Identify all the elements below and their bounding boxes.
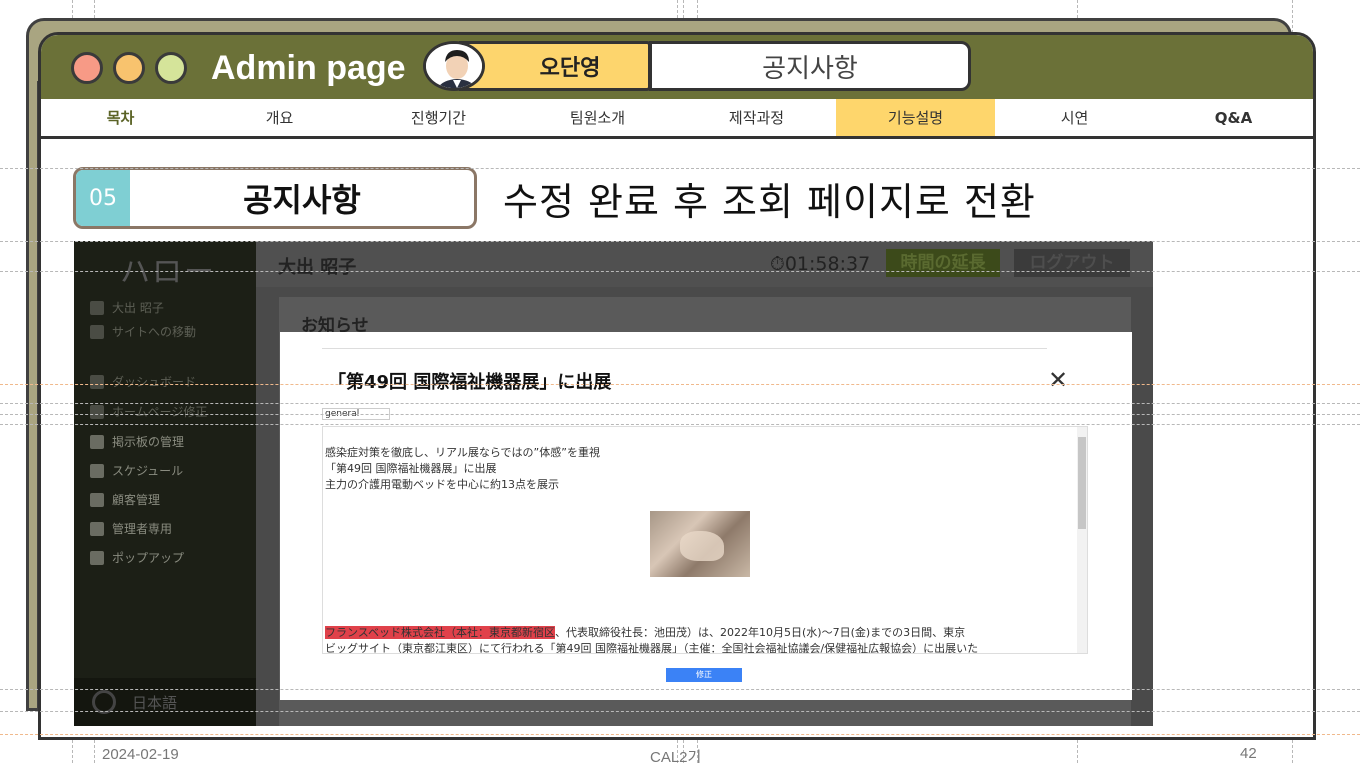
paragraph-text: ビッグサイト（東京都江東区）にて行われる「第49回 国際福祉機器展」（主催：全国…: [325, 642, 979, 654]
sidebar-item-popup[interactable]: ポップアップ: [90, 549, 184, 566]
logo: ハロー: [120, 255, 216, 290]
sidebar-item-label: スケジュール: [112, 464, 184, 478]
editor-scrollbar[interactable]: [1077, 427, 1087, 653]
nav-item-overview[interactable]: 개요: [200, 99, 359, 136]
sidebar-item-customers[interactable]: 顧客管理: [90, 491, 160, 508]
external-link-icon: [90, 324, 104, 339]
guide-line: [0, 384, 1360, 385]
edit-notice-modal: 「第49回 国際福祉機器展」に出展 ✕ general 感染症対策を徹底し、リア…: [280, 332, 1132, 700]
users-icon: [90, 492, 104, 507]
section-heading: 05 공지사항: [73, 167, 477, 229]
sidebar-item-homepage[interactable]: ホームページ修正: [90, 403, 207, 420]
app-title: Admin page: [211, 49, 406, 87]
minimize-dot-icon[interactable]: [113, 52, 145, 84]
editor-paragraph: フランスベッド株式会社（本社：東京都新宿区、代表取締役社長：池田茂）は、2022…: [325, 625, 1075, 654]
guide-line: [0, 403, 1360, 404]
admin-icon: [90, 521, 104, 536]
sidebar-item-label: ダッシュボード: [112, 375, 197, 389]
guide-line: [0, 271, 1360, 272]
nav-item-features[interactable]: 기능설명: [836, 99, 995, 136]
page-number: 42: [1240, 745, 1257, 762]
footer-center: CAL2기: [650, 749, 702, 763]
dashboard-icon: [90, 374, 104, 389]
sidebar-site-link[interactable]: サイトへの移動: [90, 323, 196, 340]
close-icon[interactable]: ✕: [1048, 366, 1068, 394]
sidebar-profile[interactable]: 大出 昭子: [90, 299, 164, 316]
editor-lines: 感染症対策を徹底し、リアル展ならではの”体感”を重視 「第49回 国際福祉機器展…: [325, 445, 600, 493]
footer-date: 2024-02-19: [102, 746, 179, 763]
close-dot-icon[interactable]: [71, 52, 103, 84]
guide-line: [0, 689, 1360, 690]
editor-line: 「第49回 国際福祉機器展」に出展: [325, 462, 497, 475]
sidebar-item-label: 顧客管理: [112, 493, 161, 507]
hands-image-detail: [680, 531, 724, 561]
nav-item-demo[interactable]: 시연: [995, 99, 1154, 136]
scrollbar-thumb[interactable]: [1078, 437, 1086, 529]
sidebar: ハロー 大出 昭子 サイトへの移動 ダッシュボード ホームページ修正 掲示板の管…: [74, 241, 256, 726]
guide-line: [0, 711, 1360, 712]
nav-item-qa[interactable]: Q&A: [1154, 99, 1313, 136]
divider: [322, 348, 1047, 349]
user-name: 大出 昭子: [278, 257, 357, 278]
title-bar: Admin page 오단영 공지사항: [41, 35, 1313, 99]
sidebar-item-admin[interactable]: 管理者専用: [90, 520, 172, 537]
editor-line: 感染症対策を徹底し、リアル展ならではの”体感”を重視: [325, 446, 600, 459]
user-icon: [90, 300, 104, 315]
sidebar-item-label: ポップアップ: [112, 551, 185, 565]
extend-time-button[interactable]: 時間の延長: [886, 249, 1000, 277]
content-editor[interactable]: 感染症対策を徹底し、リアル展ならではの”体感”を重視 「第49回 国際福祉機器展…: [322, 426, 1088, 654]
logout-button[interactable]: ログアウト: [1014, 249, 1130, 277]
modal-title: 「第49回 国際福祉機器展」に出展: [328, 372, 612, 393]
language-selector[interactable]: 日本語: [74, 678, 256, 726]
sidebar-item-schedule[interactable]: スケジュール: [90, 462, 183, 479]
nav-item-toc[interactable]: 목차: [41, 99, 200, 136]
author-name: 오단영: [539, 56, 601, 81]
sidebar-item-label: ホームページ修正: [112, 405, 208, 419]
paragraph-text: 、代表取締役社長：池田茂）は、2022年10月5日(水)～7日(金)までの3日間…: [555, 626, 966, 639]
author-badge: 오단영: [459, 41, 651, 91]
top-bar: 大出 昭子 ⏱01:58:37 時間の延長 ログアウト: [256, 241, 1153, 287]
editor-line: 主力の介護用電動ベッドを中心に約13点を展示: [325, 478, 559, 491]
popup-icon: [90, 550, 104, 565]
article-image: [650, 511, 750, 577]
nav-bar: 목차 개요 진행기간 팀원소개 제작과정 기능설명 시연 Q&A: [41, 99, 1313, 139]
sidebar-item-board[interactable]: 掲示板の管理: [90, 433, 184, 450]
board-icon: [90, 434, 104, 449]
window-frame: Admin page 오단영 공지사항 목차 개요 진행기간 팀원소개 제작과정…: [38, 32, 1316, 740]
maximize-dot-icon[interactable]: [155, 52, 187, 84]
guide-line: [0, 424, 1360, 425]
nav-item-team[interactable]: 팀원소개: [518, 99, 677, 136]
nav-item-process[interactable]: 제작과정: [677, 99, 836, 136]
slide: Admin page 오단영 공지사항 목차 개요 진행기간 팀원소개 제작과정…: [0, 0, 1360, 763]
avatar: [423, 41, 485, 91]
guide-line: [0, 168, 1360, 169]
section-title: 공지사항: [762, 53, 858, 84]
guide-line: [0, 414, 1360, 415]
home-icon: [90, 404, 104, 419]
guide-line: [0, 241, 1360, 242]
section-title-box: 공지사항: [649, 41, 971, 91]
list-icon: [90, 463, 104, 478]
sidebar-item-dashboard[interactable]: ダッシュボード: [90, 373, 196, 390]
sidebar-profile-label: 大出 昭子: [112, 301, 164, 315]
sidebar-site-link-label: サイトへの移動: [112, 325, 197, 339]
submit-edit-button[interactable]: 修正: [666, 668, 742, 682]
guide-line: [0, 734, 1360, 735]
section-number: 05: [76, 170, 130, 226]
sidebar-item-label: 管理者専用: [112, 522, 173, 536]
sidebar-item-label: 掲示板の管理: [112, 435, 185, 449]
nav-item-period[interactable]: 진행기간: [359, 99, 518, 136]
highlighted-text: フランスベッド株式会社（本社：東京都新宿区: [325, 626, 556, 639]
language-label: 日本語: [132, 694, 178, 712]
section-name: 공지사항: [243, 181, 361, 219]
section-description: 수정 완료 후 조회 페이지로 전환: [503, 180, 1036, 224]
